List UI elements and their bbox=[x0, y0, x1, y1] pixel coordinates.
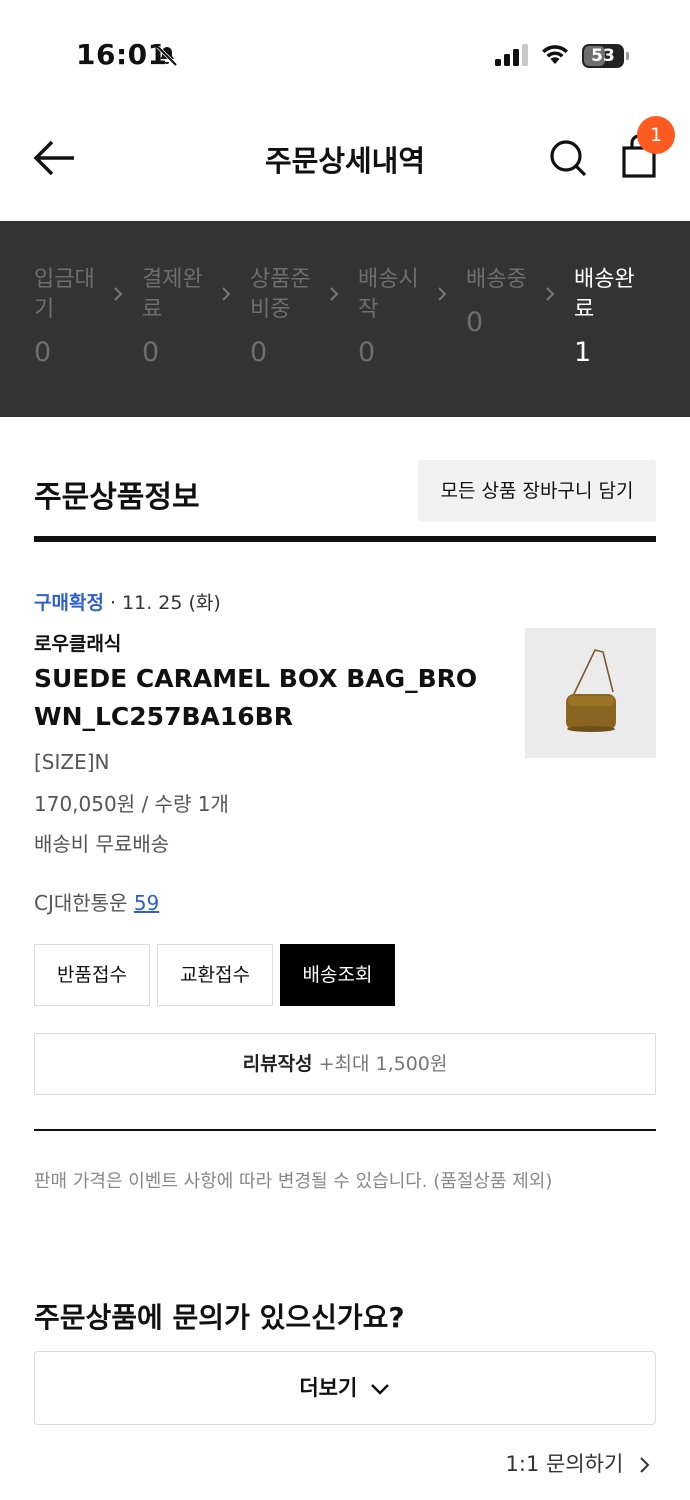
progress-step-delivered: 배송완료 1 bbox=[574, 265, 664, 368]
show-more-label: 더보기 bbox=[299, 1376, 358, 1400]
product-thumbnail[interactable] bbox=[525, 628, 656, 758]
chevron-right-icon bbox=[640, 1457, 650, 1473]
return-request-button[interactable]: 반품접수 bbox=[34, 944, 150, 1006]
progress-step-in-transit: 배송중 0 bbox=[466, 265, 556, 338]
bell-off-icon bbox=[156, 45, 178, 67]
courier-name: CJ대한통운 bbox=[34, 891, 128, 915]
order-progress-tracker: 입금대기 0 결제완료 0 상품준비중 0 배송시작 0 배송중 0 배송완료 … bbox=[0, 221, 690, 417]
order-date: · 11. 25 (화) bbox=[103, 592, 221, 614]
section-title: 주문상품정보 bbox=[34, 480, 200, 515]
progress-step-shipping-started: 배송시작 0 bbox=[358, 265, 448, 368]
step-label: 상품준비중 bbox=[250, 267, 311, 322]
divider bbox=[34, 1129, 656, 1131]
product-price-quantity: 170,050원 / 수량 1개 bbox=[34, 792, 229, 816]
chevron-right-icon bbox=[222, 287, 231, 301]
step-label: 결제완료 bbox=[142, 267, 203, 322]
purchase-confirmed-badge: 구매확정 bbox=[34, 592, 104, 614]
add-all-to-cart-button[interactable]: 모든 상품 장바구니 담기 bbox=[418, 460, 656, 522]
progress-step-preparing: 상품준비중 0 bbox=[250, 265, 340, 368]
step-count: 0 bbox=[358, 337, 376, 368]
battery-indicator: 53 bbox=[582, 44, 630, 68]
write-review-button[interactable]: 리뷰작성 +최대 1,500원 bbox=[34, 1033, 656, 1095]
inquiry-section-title: 주문상품에 문의가 있으신가요? bbox=[34, 1301, 405, 1334]
status-time: 16:01 bbox=[76, 38, 168, 71]
order-items-section-header: 주문상품정보 모든 상품 장바구니 담기 bbox=[34, 460, 656, 522]
app-header: 주문상세내역 bbox=[0, 110, 690, 206]
chevron-right-icon bbox=[438, 287, 447, 301]
cellular-signal-icon bbox=[495, 44, 528, 66]
wifi-icon bbox=[542, 45, 568, 64]
step-count: 0 bbox=[250, 337, 268, 368]
battery-level: 53 bbox=[591, 46, 615, 66]
cart-count-badge: 1 bbox=[637, 116, 675, 154]
exchange-request-button[interactable]: 교환접수 bbox=[157, 944, 273, 1006]
step-count: 1 bbox=[574, 337, 592, 368]
order-status-line: 구매확정 · 11. 25 (화) bbox=[34, 588, 221, 615]
one-to-one-label: 1:1 문의하기 bbox=[505, 1452, 624, 1476]
step-label: 배송시작 bbox=[358, 267, 419, 322]
product-name[interactable]: SUEDE CARAMEL BOX BAG_BROWN_LC257BA16BR bbox=[34, 660, 494, 736]
show-more-button[interactable]: 더보기 bbox=[34, 1351, 656, 1425]
chevron-right-icon bbox=[114, 287, 123, 301]
courier-info: CJ대한통운 59 bbox=[34, 887, 159, 916]
chevron-down-icon bbox=[370, 1384, 389, 1395]
step-label: 배송완료 bbox=[574, 267, 635, 322]
status-bar: 16:01 53 bbox=[0, 0, 690, 100]
review-bonus: +최대 1,500원 bbox=[312, 1053, 448, 1075]
price-notice: 판매 가격은 이벤트 사항에 따라 변경될 수 있습니다. (품절상품 제외) bbox=[34, 1171, 553, 1192]
one-to-one-inquiry-link[interactable]: 1:1 문의하기 bbox=[506, 1448, 650, 1478]
step-count: 0 bbox=[466, 307, 484, 338]
step-label: 입금대기 bbox=[34, 267, 95, 322]
section-divider bbox=[34, 536, 656, 542]
step-label: 배송중 bbox=[466, 267, 527, 292]
progress-step-awaiting-deposit: 입금대기 0 bbox=[34, 265, 124, 368]
brand-name[interactable]: 로우클래식 bbox=[34, 629, 121, 656]
shipping-fee: 배송비 무료배송 bbox=[34, 832, 170, 856]
step-count: 0 bbox=[34, 337, 52, 368]
track-delivery-button[interactable]: 배송조회 bbox=[280, 944, 395, 1006]
tracking-number-link[interactable]: 59 bbox=[134, 891, 159, 915]
review-label: 리뷰작성 bbox=[242, 1053, 313, 1075]
progress-step-payment-complete: 결제완료 0 bbox=[142, 265, 232, 368]
step-count: 0 bbox=[142, 337, 160, 368]
product-option-size: [SIZE]N bbox=[34, 750, 110, 774]
bag-image bbox=[566, 649, 616, 732]
chevron-right-icon bbox=[330, 287, 339, 301]
chevron-right-icon bbox=[546, 287, 555, 301]
search-icon[interactable] bbox=[548, 136, 588, 180]
